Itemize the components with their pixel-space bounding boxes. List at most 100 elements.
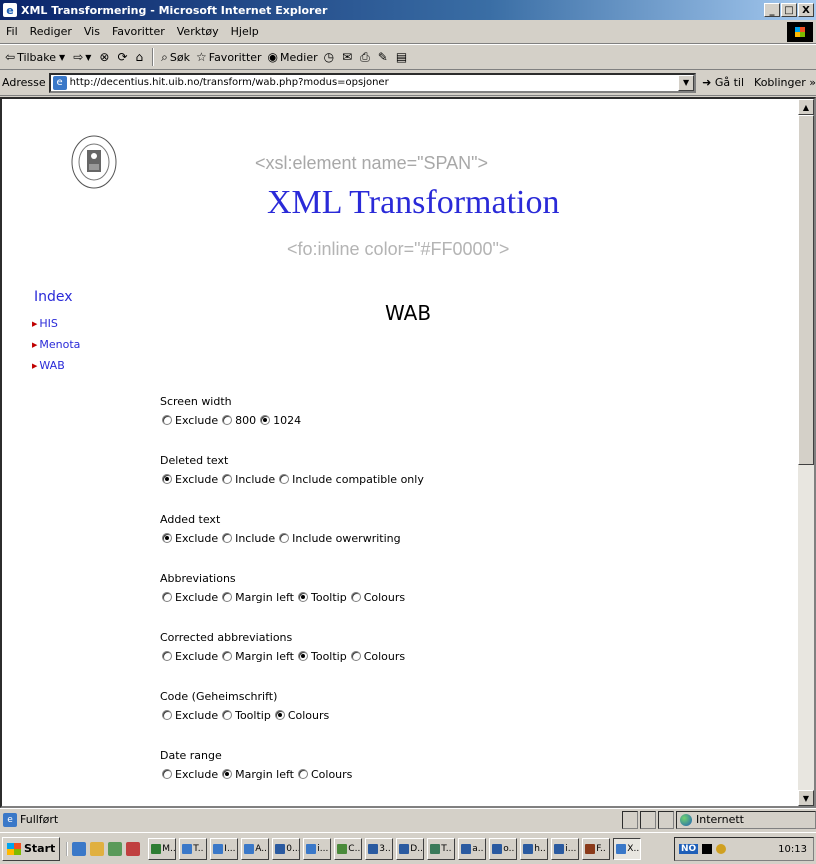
taskbar-task-button[interactable]: i... (551, 837, 580, 860)
radio-option[interactable]: Exclude (162, 768, 218, 781)
radio-button[interactable] (297, 769, 308, 779)
taskbar-task-button[interactable]: h.. (520, 837, 549, 860)
radio-button[interactable] (222, 769, 233, 779)
radio-button[interactable] (279, 533, 290, 543)
radio-button[interactable] (222, 474, 233, 484)
radio-option[interactable]: Exclude (162, 414, 218, 427)
back-button[interactable]: ⇦ Tilbake ▼ (2, 50, 70, 64)
taskbar-task-button[interactable]: I... (210, 837, 239, 860)
taskbar-task-button[interactable]: T.. (179, 837, 208, 860)
taskbar-task-button[interactable]: 0... (272, 837, 301, 860)
search-button[interactable]: ⌕ Søk (158, 50, 193, 65)
radio-option[interactable]: Include (222, 473, 275, 486)
radio-button[interactable] (222, 651, 233, 661)
forward-button[interactable]: ⇨ ▼ (70, 50, 96, 64)
radio-option[interactable]: Exclude (162, 532, 218, 545)
media-quicklaunch-icon[interactable] (108, 841, 123, 856)
nav-item-wab[interactable]: ▶ WAB (32, 355, 80, 376)
radio-button[interactable] (162, 533, 172, 543)
radio-button[interactable] (162, 592, 172, 602)
radio-option[interactable]: Exclude (162, 473, 218, 486)
radio-button[interactable] (350, 592, 361, 602)
radio-option[interactable]: Tooltip (297, 591, 347, 604)
home-button[interactable]: ⌂ (133, 50, 149, 64)
language-indicator[interactable]: NO (679, 844, 699, 854)
scroll-thumb[interactable] (798, 115, 814, 465)
radio-button[interactable] (297, 592, 308, 602)
tray-app-icon[interactable] (702, 844, 713, 854)
taskbar-task-button[interactable]: a.. (458, 837, 487, 860)
radio-button[interactable] (162, 474, 172, 484)
menu-file[interactable]: Fil (0, 25, 24, 38)
taskbar-task-button[interactable]: T.. (427, 837, 456, 860)
address-input[interactable]: e http://decentius.hit.uib.no/transform/… (48, 72, 697, 93)
radio-button[interactable] (297, 651, 308, 661)
minimize-button[interactable]: _ (764, 3, 780, 17)
radio-button[interactable] (350, 651, 361, 661)
menu-help[interactable]: Hjelp (225, 25, 265, 38)
desktop-quicklaunch-icon[interactable] (90, 841, 105, 856)
radio-option[interactable]: Include compatible only (279, 473, 424, 486)
volume-icon[interactable] (716, 844, 727, 854)
radio-option[interactable]: Margin left (222, 650, 294, 663)
address-dropdown-icon[interactable]: ▼ (678, 74, 695, 91)
nav-item-menota[interactable]: ▶ Menota (32, 334, 80, 355)
links-button[interactable]: Koblinger » (754, 76, 816, 89)
radio-option[interactable]: Colours (297, 768, 352, 781)
radio-button[interactable] (162, 651, 172, 661)
taskbar-task-button[interactable]: C.. (334, 837, 363, 860)
discuss-button[interactable]: ▤ (393, 50, 412, 64)
menu-tools[interactable]: Verktøy (171, 25, 225, 38)
taskbar-task-button[interactable]: o.. (489, 837, 518, 860)
radio-button[interactable] (162, 769, 172, 779)
radio-button[interactable] (279, 474, 290, 484)
radio-button[interactable] (274, 710, 285, 720)
radio-option[interactable]: Exclude (162, 709, 218, 722)
scroll-down-icon[interactable]: ▼ (798, 790, 814, 806)
radio-button[interactable] (260, 415, 271, 425)
history-button[interactable]: ◷ (321, 50, 339, 64)
radio-option[interactable]: Colours (274, 709, 329, 722)
radio-option[interactable]: 1024 (260, 414, 301, 427)
stop-button[interactable]: ⊗ (96, 50, 114, 64)
app-quicklaunch-icon[interactable] (126, 841, 141, 856)
radio-option[interactable]: Exclude (162, 650, 218, 663)
radio-button[interactable] (162, 710, 172, 720)
print-button[interactable]: ⎙ (357, 50, 375, 65)
nav-item-his[interactable]: ▶ HIS (32, 313, 80, 334)
radio-option[interactable]: Margin left (222, 768, 294, 781)
go-button[interactable]: ➜ Gå til (702, 76, 744, 89)
taskbar-task-button[interactable]: 3.. (365, 837, 394, 860)
start-button[interactable]: Start (2, 836, 61, 861)
vertical-scrollbar[interactable]: ▲ ▼ (798, 99, 814, 806)
maximize-button[interactable]: □ (781, 3, 797, 17)
scroll-up-icon[interactable]: ▲ (798, 99, 814, 115)
radio-option[interactable]: 800 (222, 414, 256, 427)
radio-option[interactable]: Include owerwriting (279, 532, 401, 545)
taskbar-task-button[interactable]: A.. (241, 837, 270, 860)
radio-option[interactable]: Colours (350, 650, 405, 663)
menu-view[interactable]: Vis (78, 25, 106, 38)
taskbar-task-button[interactable]: i... (303, 837, 332, 860)
mail-button[interactable]: ✉ (339, 50, 357, 64)
media-button[interactable]: ◉ Medier (265, 50, 321, 64)
radio-button[interactable] (222, 533, 233, 543)
edit-button[interactable]: ✎ (375, 50, 393, 64)
taskbar-task-button[interactable]: M.. (148, 837, 177, 860)
taskbar-task-button[interactable]: D.. (396, 837, 425, 860)
close-button[interactable]: X (798, 3, 814, 17)
taskbar-task-button[interactable]: X... (613, 837, 642, 860)
radio-option[interactable]: Tooltip (297, 650, 347, 663)
radio-button[interactable] (222, 415, 233, 425)
radio-option[interactable]: Tooltip (222, 709, 271, 722)
refresh-button[interactable]: ⟳ (114, 50, 132, 64)
menu-favorites[interactable]: Favoritter (106, 25, 171, 38)
taskbar-task-button[interactable]: F.. (582, 837, 611, 860)
ie-quicklaunch-icon[interactable] (72, 841, 87, 856)
radio-option[interactable]: Colours (350, 591, 405, 604)
radio-option[interactable]: Include (222, 532, 275, 545)
radio-button[interactable] (162, 415, 172, 425)
radio-option[interactable]: Margin left (222, 591, 294, 604)
radio-button[interactable] (222, 592, 233, 602)
favorites-button[interactable]: ☆ Favoritter (193, 50, 265, 64)
